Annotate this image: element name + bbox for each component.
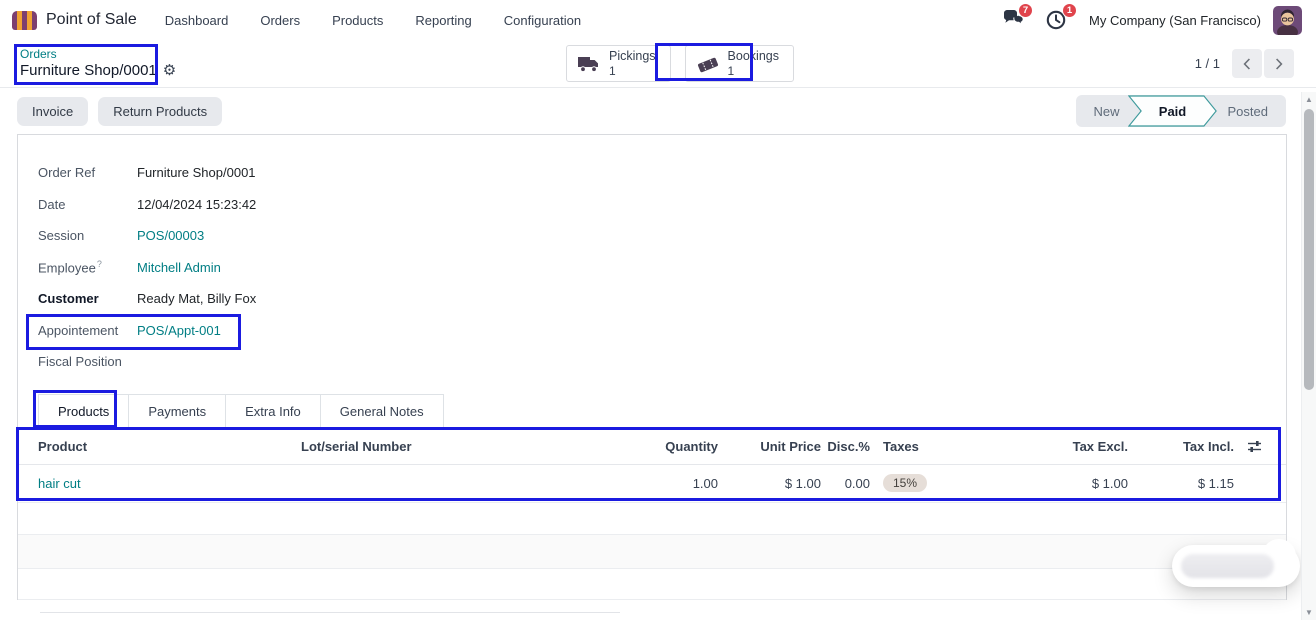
app-switcher[interactable]: Point of Sale <box>12 10 137 30</box>
field-date: Date 12/04/2024 15:23:42 <box>38 189 1266 221</box>
app-title: Point of Sale <box>46 11 137 28</box>
chatter-divider <box>40 612 620 613</box>
pickings-label: Pickings <box>609 48 656 63</box>
scroll-down-arrow[interactable]: ▼ <box>1302 608 1316 617</box>
breadcrumb-current-label: Furniture Shop/0001 <box>20 62 157 79</box>
col-tax-excl[interactable]: Tax Excl. <box>1020 439 1128 454</box>
field-employee: Employee? Mitchell Admin <box>38 252 1266 284</box>
control-panel: Orders Furniture Shop/0001 ⚙ Pickings 1 <box>0 40 1316 88</box>
field-label: Employee? <box>38 259 102 276</box>
pickings-button[interactable]: Pickings 1 <box>566 45 671 82</box>
products-table: Product Lot/serial Number Quantity Unit … <box>18 430 1286 600</box>
ticket-icon <box>697 57 718 72</box>
customer-value[interactable]: Ready Mat, Billy Fox <box>137 291 256 306</box>
empty-row <box>18 567 1286 600</box>
user-avatar[interactable] <box>1273 5 1302 35</box>
col-quantity[interactable]: Quantity <box>586 439 718 454</box>
row-discount[interactable]: 0.00 <box>821 476 870 491</box>
invoice-button[interactable]: Invoice <box>17 96 89 126</box>
pager: 1 / 1 <box>1195 49 1294 78</box>
scrollbar-thumb[interactable] <box>1304 109 1314 390</box>
row-taxes[interactable]: 15% <box>870 474 1020 492</box>
main-menu: Dashboard Orders Products Reporting Conf… <box>159 9 587 32</box>
truck-icon <box>578 56 598 72</box>
notebook-tabs: Products Payments Extra Info General Not… <box>38 393 1266 430</box>
field-label: Appointement <box>38 322 119 338</box>
stat-buttons: Pickings 1 Bookings 1 <box>566 45 794 82</box>
breadcrumb: Orders Furniture Shop/0001 ⚙ <box>20 47 176 81</box>
date-value[interactable]: 12/04/2024 15:23:42 <box>137 197 256 212</box>
statusbar: New Paid Posted <box>1075 95 1286 127</box>
field-label: Session <box>38 228 85 244</box>
return-products-button[interactable]: Return Products <box>98 96 223 126</box>
col-unit-price[interactable]: Unit Price <box>718 439 821 454</box>
col-discount[interactable]: Disc.% <box>821 439 870 454</box>
chevron-left-icon <box>1243 57 1250 70</box>
activities-badge: 1 <box>1062 3 1078 18</box>
tab-products[interactable]: Products <box>38 393 130 430</box>
blurred-helper-pill[interactable] <box>1172 539 1300 587</box>
chevron-right-icon <box>1276 57 1283 70</box>
status-step-paid[interactable]: Paid <box>1127 95 1217 127</box>
col-lot-serial[interactable]: Lot/serial Number <box>301 439 586 454</box>
row-product-link[interactable]: hair cut <box>18 476 301 491</box>
breadcrumb-current: Furniture Shop/0001 ⚙ <box>20 62 176 81</box>
gear-icon[interactable]: ⚙ <box>163 62 176 81</box>
menu-orders[interactable]: Orders <box>254 9 306 32</box>
menu-dashboard[interactable]: Dashboard <box>159 9 235 32</box>
row-tax-excl[interactable]: $ 1.00 <box>1020 476 1128 491</box>
menu-reporting[interactable]: Reporting <box>409 9 477 32</box>
optional-columns-button[interactable] <box>1234 440 1275 453</box>
empty-row <box>18 533 1286 568</box>
appointement-link[interactable]: POS/Appt-001 <box>137 323 221 338</box>
menu-products[interactable]: Products <box>326 9 389 32</box>
field-label: Date <box>38 196 66 212</box>
order-form-sheet: Order Ref Furniture Shop/0001 Date 12/04… <box>17 134 1287 600</box>
table-row: hair cut 1.00 $ 1.00 0.00 15% $ 1.00 $ 1… <box>18 465 1286 502</box>
row-quantity[interactable]: 1.00 <box>586 476 718 491</box>
bookings-button[interactable]: Bookings 1 <box>684 45 794 82</box>
col-taxes[interactable]: Taxes <box>870 439 1020 454</box>
pager-previous-button[interactable] <box>1232 49 1262 78</box>
breadcrumb-orders-link[interactable]: Orders <box>20 47 176 62</box>
help-icon: ? <box>96 259 102 270</box>
tab-extra-info[interactable]: Extra Info <box>225 393 321 430</box>
employee-link[interactable]: Mitchell Admin <box>137 260 221 275</box>
messages-icon[interactable]: 7 <box>1001 3 1034 31</box>
messages-badge: 7 <box>1018 3 1034 18</box>
pager-text: 1 / 1 <box>1194 56 1220 71</box>
field-order-ref: Order Ref Furniture Shop/0001 <box>38 157 1266 189</box>
products-table-header: Product Lot/serial Number Quantity Unit … <box>18 430 1286 465</box>
bookings-count: 1 <box>727 63 735 78</box>
field-label: Fiscal Position <box>38 354 122 370</box>
field-session: Session POS/00003 <box>38 220 1266 252</box>
company-menu[interactable]: My Company (San Francisco) <box>1089 13 1261 28</box>
row-unit-price[interactable]: $ 1.00 <box>718 476 821 491</box>
tax-badge: 15% <box>883 474 928 492</box>
tab-general-notes[interactable]: General Notes <box>319 393 444 430</box>
col-tax-incl[interactable]: Tax Incl. <box>1128 439 1234 454</box>
menu-configuration[interactable]: Configuration <box>498 9 587 32</box>
sliders-icon <box>1248 441 1261 452</box>
tab-payments[interactable]: Payments <box>128 393 227 430</box>
top-navbar: Point of Sale Dashboard Orders Products … <box>0 0 1316 40</box>
field-label: Order Ref <box>38 165 96 181</box>
pos-app-icon <box>12 10 37 30</box>
bookings-label: Bookings <box>727 48 779 63</box>
activities-icon[interactable]: 1 <box>1045 3 1078 31</box>
pickings-count: 1 <box>609 63 616 78</box>
vertical-scrollbar: ▲ ▼ <box>1301 92 1316 620</box>
field-appointement: Appointement POS/Appt-001 <box>38 315 1266 347</box>
row-tax-incl[interactable]: $ 1.15 <box>1128 476 1234 491</box>
empty-row <box>18 501 1286 534</box>
col-product[interactable]: Product <box>18 439 301 454</box>
field-fiscal-position: Fiscal Position <box>38 346 1266 378</box>
session-link[interactable]: POS/00003 <box>137 228 204 243</box>
scroll-up-arrow[interactable]: ▲ <box>1302 95 1316 104</box>
field-customer: Customer Ready Mat, Billy Fox <box>38 283 1266 315</box>
pager-next-button[interactable] <box>1264 49 1294 78</box>
form-action-row: Invoice Return Products New Paid Posted <box>0 88 1316 134</box>
field-label: Customer <box>38 291 99 307</box>
order-ref-value[interactable]: Furniture Shop/0001 <box>137 165 256 180</box>
